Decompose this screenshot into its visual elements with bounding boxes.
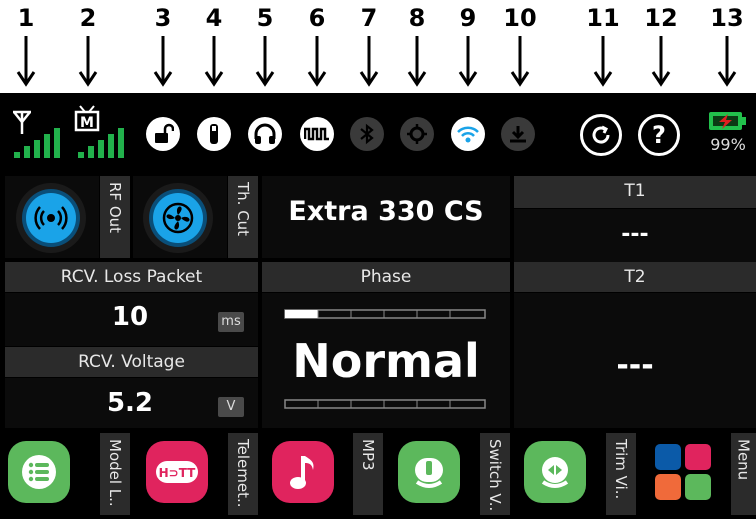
loss-packet-value: 10 xyxy=(111,302,149,332)
t2-value: --- xyxy=(616,348,654,383)
refresh-icon[interactable] xyxy=(580,114,622,156)
th-cut-button[interactable] xyxy=(143,183,213,253)
arrow-down-icon xyxy=(307,36,327,87)
phase-bar-top xyxy=(284,309,486,319)
arrow-down-icon xyxy=(78,36,98,87)
arrow-down-icon xyxy=(153,36,173,87)
model-name: Extra 330 CS xyxy=(288,196,484,227)
trainer-icon[interactable] xyxy=(300,117,334,151)
annotation-number: 8 xyxy=(408,4,426,32)
arrow-down-icon xyxy=(458,36,478,87)
annotation-number: 12 xyxy=(644,4,678,32)
arrow-down-icon xyxy=(593,36,613,87)
menu-app-icon[interactable] xyxy=(652,441,714,503)
arrow-down-icon xyxy=(16,36,36,87)
battery-icon xyxy=(709,112,746,130)
arrow-down-icon xyxy=(717,36,737,87)
annotation-number: 3 xyxy=(154,4,172,32)
arrow-down-icon xyxy=(510,36,530,87)
svg-text:H⊃TT: H⊃TT xyxy=(159,466,197,480)
arrow-down-icon xyxy=(255,36,275,87)
battery-percent: 99% xyxy=(710,135,746,154)
t2-header: T2 xyxy=(514,262,756,292)
unlock-icon[interactable] xyxy=(146,117,180,151)
trim-view-app-icon[interactable] xyxy=(524,441,586,503)
rf-out-status-icon xyxy=(26,193,76,243)
annotation-number: 13 xyxy=(710,4,744,32)
annotation-number: 9 xyxy=(459,4,477,32)
phase-header: Phase xyxy=(262,262,510,292)
voltage-header: RCV. Voltage xyxy=(5,347,258,377)
app-label: Model L.. xyxy=(100,433,130,515)
annotation-number: 11 xyxy=(586,4,620,32)
rf-out-button[interactable] xyxy=(16,183,86,253)
app-label: Telemet.. xyxy=(228,433,258,515)
annotation-number: 1 xyxy=(17,4,35,32)
help-icon[interactable]: ? xyxy=(638,114,680,156)
mp3-app-icon[interactable] xyxy=(272,441,334,503)
bluetooth-icon[interactable] xyxy=(350,117,384,151)
arrow-down-icon xyxy=(407,36,427,87)
headphones-icon[interactable] xyxy=(248,117,282,151)
wifi-icon[interactable] xyxy=(451,117,485,151)
switch-view-app-icon[interactable] xyxy=(398,441,460,503)
annotation-number: 4 xyxy=(205,4,223,32)
phase-value: Normal xyxy=(292,334,480,388)
antenna-icon xyxy=(13,110,60,158)
svg-text:M: M xyxy=(80,115,94,131)
voltage-value: 5.2 xyxy=(106,388,154,418)
download-icon[interactable] xyxy=(501,117,535,151)
arrow-down-icon xyxy=(204,36,224,87)
annotation-number: 10 xyxy=(503,4,537,32)
app-label: Menu xyxy=(731,433,756,515)
arrow-down-icon xyxy=(359,36,379,87)
app-label: MP3 xyxy=(353,433,383,515)
receiver-icon: M xyxy=(74,105,124,158)
t1-header: T1 xyxy=(514,176,756,208)
usb-icon[interactable] xyxy=(197,117,231,151)
app-label: Trim Vi.. xyxy=(606,433,636,515)
t1-value: --- xyxy=(621,222,649,247)
model-list-app-icon[interactable] xyxy=(8,441,70,503)
fan-icon xyxy=(153,193,203,243)
app-label: Switch V.. xyxy=(480,433,510,515)
phase-bar-bottom xyxy=(284,399,486,409)
annotation-number: 2 xyxy=(79,4,97,32)
annotation-number: 5 xyxy=(256,4,274,32)
voltage-unit: V xyxy=(218,397,244,417)
loss-packet-unit: ms xyxy=(218,312,244,332)
rf-out-label: RF Out xyxy=(100,176,130,258)
telemetry-app-icon[interactable]: H⊃TT xyxy=(146,441,208,503)
th-cut-label: Th. Cut xyxy=(228,176,258,258)
annotation-number: 7 xyxy=(360,4,378,32)
arrow-down-icon xyxy=(651,36,671,87)
gps-icon[interactable] xyxy=(400,117,434,151)
loss-packet-header: RCV. Loss Packet xyxy=(5,262,258,292)
annotation-number: 6 xyxy=(308,4,326,32)
